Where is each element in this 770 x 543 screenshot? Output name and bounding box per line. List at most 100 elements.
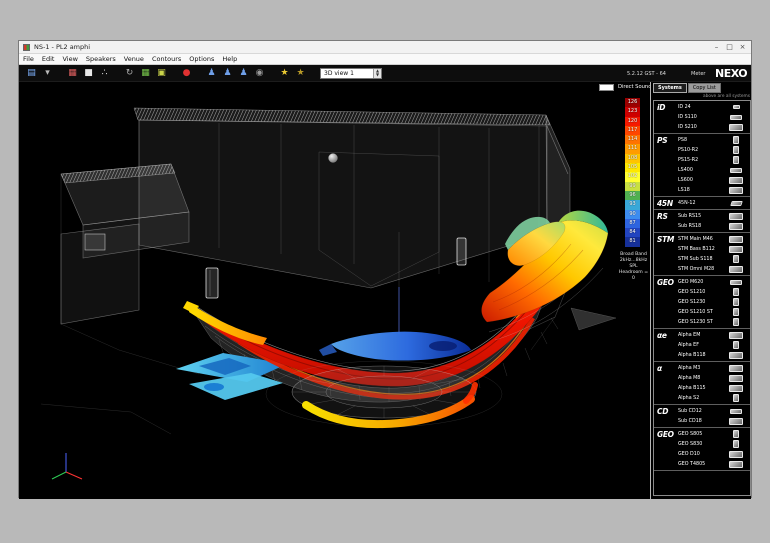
product-row-stm-sub-s118[interactable]: STM Sub S118 bbox=[678, 254, 750, 264]
product-row-stm-bass-b112[interactable]: STM Bass B112 bbox=[678, 244, 750, 254]
product-row-geo-d10[interactable]: GEO D10 bbox=[678, 449, 750, 459]
speaker-cabinet-icon bbox=[729, 375, 743, 382]
menu-file[interactable]: File bbox=[23, 55, 34, 63]
menu-help[interactable]: Help bbox=[222, 55, 237, 63]
product-label: STM Omni M28 bbox=[678, 267, 714, 272]
view-selector-dropdown[interactable]: 3D view 1 ▲▼ bbox=[320, 68, 382, 79]
save-icon[interactable]: ▦ bbox=[66, 67, 79, 80]
maximize-button[interactable]: □ bbox=[723, 42, 736, 53]
nexo-disc-icon[interactable]: ● bbox=[180, 67, 193, 80]
product-label: Sub RS15 bbox=[678, 214, 701, 219]
product-row-ps10-r2[interactable]: PS10-R2 bbox=[678, 145, 750, 155]
product-label: GEO D10 bbox=[678, 452, 700, 457]
legend-caption: Broad Band2kHz...8kHzSPLHeadroom = 0 bbox=[617, 252, 650, 282]
product-row-geo-s1230[interactable]: GEO S1230 bbox=[678, 297, 750, 307]
rotate-view-icon[interactable]: ↻ bbox=[123, 67, 136, 80]
product-row-alpha-m8[interactable]: Alpha M8 bbox=[678, 373, 750, 383]
speaker-cabinet-icon bbox=[733, 440, 739, 448]
menu-contours[interactable]: Contours bbox=[152, 55, 181, 63]
sidebar-tabs: SystemsCopy List bbox=[653, 83, 722, 93]
product-label: ID S110 bbox=[678, 115, 697, 120]
product-label: GEO S1210 bbox=[678, 290, 705, 295]
menu-speakers[interactable]: Speakers bbox=[86, 55, 116, 63]
product-row-geo-s830[interactable]: GEO S830 bbox=[678, 439, 750, 449]
hang-point-sphere bbox=[329, 154, 338, 163]
brand-logo-geo: GEO bbox=[657, 430, 674, 439]
menu-edit[interactable]: Edit bbox=[42, 55, 55, 63]
speaker-cabinet-icon bbox=[729, 461, 743, 468]
speaker-box-icon[interactable]: ▣ bbox=[155, 67, 168, 80]
share-icon[interactable]: ∴ bbox=[98, 67, 111, 80]
listener-3-icon[interactable]: ♟ bbox=[237, 67, 250, 80]
tag-2-icon[interactable]: ★ bbox=[294, 67, 307, 80]
product-row-alpha-m3[interactable]: Alpha M3 bbox=[678, 363, 750, 373]
speaker-cabinet-icon bbox=[733, 430, 739, 438]
product-row-geo-t4805[interactable]: GEO T4805 bbox=[678, 459, 750, 469]
product-label: Alpha EM bbox=[678, 333, 700, 338]
product-row-sub-rs15[interactable]: Sub RS15 bbox=[678, 211, 750, 221]
product-row-geo-s805[interactable]: GEO S805 bbox=[678, 429, 750, 439]
close-button[interactable]: × bbox=[736, 42, 749, 53]
product-row-id-s110[interactable]: ID S110 bbox=[678, 112, 750, 122]
product-row-sub-cd18[interactable]: Sub CD18 bbox=[678, 416, 750, 426]
speaker-cabinet-icon bbox=[733, 105, 740, 109]
tag-1-icon[interactable]: ★ bbox=[278, 67, 291, 80]
brand-section-id: iDID 24ID S110ID S210 bbox=[654, 101, 750, 134]
listener-1-icon[interactable]: ♟ bbox=[205, 67, 218, 80]
speaker-cabinet-icon bbox=[729, 187, 743, 194]
menu-bar: File Edit View Speakers Venue Contours Options… bbox=[19, 54, 751, 65]
view-selector-spinner[interactable]: ▲▼ bbox=[373, 69, 381, 78]
direct-sound-box[interactable] bbox=[599, 84, 614, 91]
menu-options[interactable]: Options bbox=[189, 55, 214, 63]
product-row-ls18[interactable]: LS18 bbox=[678, 185, 750, 195]
speaker-cabinet-icon bbox=[730, 280, 742, 285]
menu-view[interactable]: View bbox=[62, 55, 77, 63]
product-row-ls600[interactable]: LS600 bbox=[678, 175, 750, 185]
product-row-alpha-em[interactable]: Alpha EM bbox=[678, 330, 750, 340]
legend-color-scale: 1261231201171141111081051029996939087848… bbox=[625, 98, 640, 247]
product-row-alpha-ef[interactable]: Alpha EF bbox=[678, 340, 750, 350]
product-row-alpha-b118[interactable]: Alpha B118 bbox=[678, 350, 750, 360]
product-label: STM Bass B112 bbox=[678, 247, 715, 252]
menu-venue[interactable]: Venue bbox=[124, 55, 144, 63]
product-row-ps15-r2[interactable]: PS15-R2 bbox=[678, 155, 750, 165]
product-row-geo-s1230-st[interactable]: GEO S1230 ST bbox=[678, 317, 750, 327]
product-row-alpha-b115[interactable]: Alpha B115 bbox=[678, 383, 750, 393]
speaker-cabinet-icon bbox=[733, 318, 739, 326]
product-row-ls400[interactable]: LS400 bbox=[678, 165, 750, 175]
product-row-id-24[interactable]: ID 24 bbox=[678, 102, 750, 112]
product-label: PS15-R2 bbox=[678, 158, 698, 163]
tab-systems[interactable]: Systems bbox=[653, 83, 687, 93]
speaker-cabinet-icon bbox=[729, 451, 743, 458]
product-row-id-s210[interactable]: ID S210 bbox=[678, 122, 750, 132]
brand-section-ps: PSPS8PS10-R2PS15-R2LS400LS600LS18 bbox=[654, 134, 750, 197]
product-label: GEO T4805 bbox=[678, 462, 705, 467]
brand-logo-α: α bbox=[657, 364, 662, 373]
app-window: NS-1 - PL2 amphi –□× FileEditViewSpeaker… bbox=[18, 40, 752, 498]
minimize-button[interactable]: – bbox=[710, 42, 723, 53]
product-row-geo-m620[interactable]: GEO M620 bbox=[678, 277, 750, 287]
product-row-stm-omni-m28[interactable]: STM Omni M28 bbox=[678, 264, 750, 274]
product-row-geo-s1210-st[interactable]: GEO S1210 ST bbox=[678, 307, 750, 317]
product-row-sub-rs18[interactable]: Sub RS18 bbox=[678, 221, 750, 231]
product-row-stm-main-m46[interactable]: STM Main M46 bbox=[678, 234, 750, 244]
open-file-icon[interactable]: ▤ bbox=[25, 67, 38, 80]
speaker-cabinet-icon bbox=[729, 332, 743, 339]
visibility-icon[interactable]: ◉ bbox=[253, 67, 266, 80]
listener-2-icon[interactable]: ♟ bbox=[221, 67, 234, 80]
product-row-45n-12[interactable]: 45N-12 bbox=[678, 198, 750, 208]
product-label: Alpha B115 bbox=[678, 386, 706, 391]
caret-down-icon[interactable]: ▾ bbox=[41, 67, 54, 80]
3d-viewport[interactable] bbox=[19, 82, 617, 499]
toolbar: ▤▾▦■∴↻▦▣●♟♟♟◉★★ 3D view 1 ▲▼ 5.2.12 GST … bbox=[19, 65, 751, 82]
product-row-geo-s1210[interactable]: GEO S1210 bbox=[678, 287, 750, 297]
venue-grid-icon[interactable]: ▦ bbox=[139, 67, 152, 80]
speaker-cabinet-icon bbox=[730, 409, 742, 414]
stop-icon[interactable]: ■ bbox=[82, 67, 95, 80]
speaker-cabinet-icon bbox=[729, 365, 743, 372]
product-row-sub-cd12[interactable]: Sub CD12 bbox=[678, 406, 750, 416]
product-row-ps8[interactable]: PS8 bbox=[678, 135, 750, 145]
tab-copy-list[interactable]: Copy List bbox=[688, 83, 721, 93]
product-row-alpha-s2[interactable]: Alpha S2 bbox=[678, 393, 750, 403]
brand-section-cd: CDSub CD12Sub CD18 bbox=[654, 405, 750, 428]
